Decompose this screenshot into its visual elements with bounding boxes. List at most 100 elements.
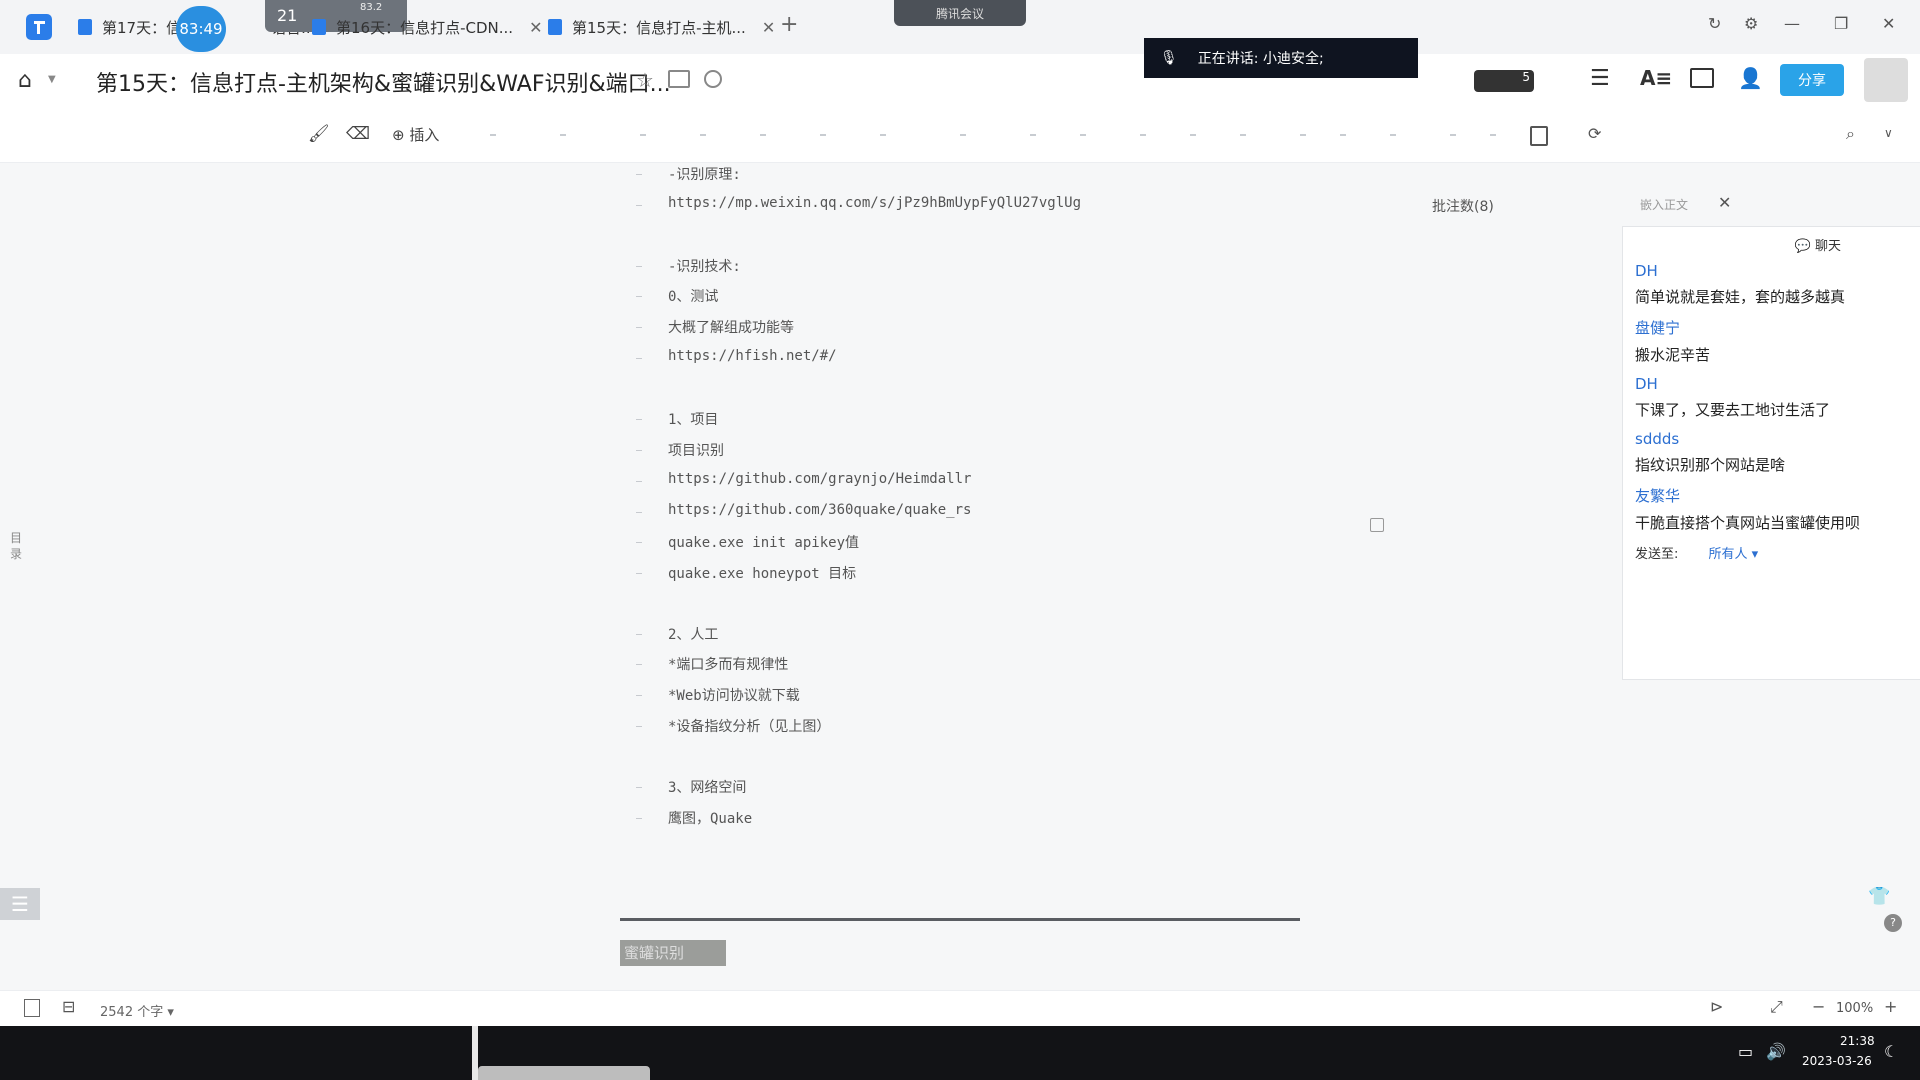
maximize-icon[interactable]: ❐ <box>1834 14 1848 33</box>
star-icon[interactable]: ☆ <box>636 68 654 92</box>
zoom-out-icon[interactable]: − <box>1812 997 1825 1016</box>
line-marker <box>636 542 642 543</box>
home-icon[interactable]: ⌂ <box>18 68 32 93</box>
chevron-down-icon[interactable]: ∨ <box>1884 126 1893 140</box>
chat-panel: 💬 聊天 DH 简单说就是套娃，套的越多越真 盘健宁 搬水泥辛苦 DH 下课了，又要去工地… <box>1622 226 1920 680</box>
toolbar-item[interactable] <box>1030 134 1036 136</box>
shirt-icon[interactable]: 👕 <box>1868 886 1890 907</box>
toolbar-item[interactable] <box>560 134 566 136</box>
close-icon[interactable]: ✕ <box>529 18 542 37</box>
comments-count[interactable]: 批注数(8) <box>1432 196 1494 216</box>
toolbar-item[interactable] <box>640 134 646 136</box>
play-icon[interactable]: ⊳ <box>1710 997 1723 1016</box>
outline-menu-icon[interactable]: ☰ <box>0 888 40 920</box>
doc-line: 鹰图，Quake <box>668 811 753 827</box>
chat-sender-name: 友繁华 <box>1635 487 1681 505</box>
format-painter-icon[interactable]: 🖌 <box>308 124 330 144</box>
doc-link[interactable]: https://github.com/360quake/quake_rs <box>668 502 971 518</box>
zoom-in-icon[interactable]: + <box>1884 997 1897 1016</box>
collaborator-avatars[interactable]: 5 <box>1474 70 1534 92</box>
help-icon[interactable]: ? <box>1884 914 1902 932</box>
chat-sender-name: DH <box>1635 262 1658 280</box>
share-button[interactable]: 分享 <box>1780 64 1844 96</box>
toolbar-item[interactable] <box>1140 134 1146 136</box>
toolbar-item[interactable] <box>1450 134 1456 136</box>
toolbar-item[interactable] <box>820 134 826 136</box>
folder-icon[interactable] <box>668 70 690 88</box>
doc-line: -识别技术: <box>668 259 741 275</box>
toolbar-item[interactable] <box>1390 134 1396 136</box>
doc-link[interactable]: https://github.com/graynjo/Heimdallr <box>668 471 971 487</box>
zoom-level[interactable]: 100% <box>1836 1001 1873 1016</box>
toolbar-item[interactable] <box>490 134 496 136</box>
chat-header: 💬 聊天 <box>1623 227 1920 262</box>
toolbar-item[interactable] <box>1240 134 1246 136</box>
side-tab-label[interactable]: 嵌入正文 <box>1640 196 1688 213</box>
microphone-icon: 🎙 <box>1160 50 1178 66</box>
close-window-icon[interactable]: ✕ <box>1882 14 1895 33</box>
line-marker <box>636 174 642 175</box>
text-format-icon[interactable]: A≡ <box>1640 66 1672 90</box>
blurred-heading: 蜜罐识别 <box>620 940 726 966</box>
eraser-icon[interactable]: ⌫ <box>346 124 370 144</box>
doc-link[interactable]: https://mp.weixin.qq.com/s/jPz9hBmUypFyQ… <box>668 195 1081 211</box>
word-count[interactable]: 2542 个字 ▾ <box>100 1001 174 1020</box>
chat-message-text: 下课了，又要去工地讨生活了 <box>1635 401 1831 419</box>
menu-icon[interactable]: ☰ <box>1590 66 1610 91</box>
layout-icon[interactable]: ⊟ <box>62 997 75 1016</box>
avatar[interactable] <box>1864 58 1908 102</box>
doc-line: quake.exe init apikey值 <box>668 535 860 551</box>
new-tab-icon[interactable]: + <box>780 12 798 37</box>
tab-label: 第16天：信息打点-CDN... <box>336 18 514 37</box>
line-marker <box>636 481 642 482</box>
tab-day15[interactable]: 第15天：信息打点-主机... ✕ <box>548 12 775 42</box>
close-icon[interactable]: ✕ <box>762 18 775 37</box>
document-title[interactable]: 第15天：信息打点-主机架构&蜜罐识别&WAF识别&端口... <box>96 66 671 98</box>
insert-button[interactable]: ⊕ 插入 <box>392 124 439 145</box>
taskbar-app-preview[interactable] <box>478 1066 650 1080</box>
present-icon[interactable] <box>1690 68 1714 88</box>
network-icon[interactable]: ▭ <box>1738 1042 1753 1061</box>
meeting-button[interactable]: 腾讯会议 <box>894 0 1026 26</box>
toolbar-item[interactable] <box>1300 134 1306 136</box>
gear-icon[interactable]: ⚙ <box>1744 14 1758 33</box>
doc-line: *端口多而有规律性 <box>668 657 789 673</box>
send-to-select[interactable]: 所有人 ▾ <box>1709 547 1759 562</box>
app-logo-icon[interactable] <box>26 14 52 40</box>
chat-icon: 💬 <box>1794 239 1811 254</box>
page-view-icon[interactable] <box>24 999 40 1017</box>
outline-toggle[interactable]: 目录 <box>10 530 24 562</box>
volume-icon[interactable]: 🔊 <box>1766 1042 1786 1061</box>
toolbar-item[interactable] <box>1080 134 1086 136</box>
search-icon[interactable]: ⌕ <box>1846 124 1855 144</box>
add-user-icon[interactable]: 👤 <box>1738 66 1763 90</box>
clock-time[interactable]: 21:38 <box>1840 1034 1875 1048</box>
toolbar-item[interactable] <box>880 134 886 136</box>
notification-icon[interactable]: ☾ <box>1884 1042 1898 1061</box>
line-marker <box>636 573 642 574</box>
toolbar-item[interactable] <box>760 134 766 136</box>
clock-date[interactable]: 2023-03-26 <box>1802 1054 1872 1068</box>
chat-messages: DH 简单说就是套娃，套的越多越真 盘健宁 搬水泥辛苦 DH 下课了，又要去工地讨生活了 s… <box>1623 262 1920 533</box>
tab-label: 第17天：信 <box>102 18 182 37</box>
tab-day16[interactable]: 第16天：信息打点-CDN... ✕ <box>312 12 542 42</box>
send-to-value: 所有人 <box>1708 547 1748 562</box>
toolbar-item[interactable] <box>960 134 966 136</box>
doc-line: *设备指纹分析（见上图） <box>668 719 831 735</box>
add-comment-icon[interactable] <box>1370 518 1384 532</box>
toolbar-item[interactable] <box>1340 134 1346 136</box>
minimize-icon[interactable]: — <box>1784 14 1800 33</box>
toolbar-item[interactable] <box>700 134 706 136</box>
toolbar-item[interactable] <box>1490 134 1496 136</box>
document-body[interactable]: -识别原理: https://mp.weixin.qq.com/s/jPz9hBm… <box>620 164 1340 1004</box>
clipboard-icon[interactable] <box>1530 126 1548 146</box>
toolbar: 🖌 ⌫ ⊕ 插入 ⟳ ⌕ ∨ <box>0 110 1920 163</box>
close-icon[interactable]: ✕ <box>1718 193 1731 212</box>
doc-link[interactable]: https://hfish.net/#/ <box>668 348 837 364</box>
doc-line: 3、网络空间 <box>668 780 747 796</box>
fullscreen-icon[interactable]: ⤢ <box>1770 997 1783 1017</box>
plugin-icon[interactable]: ⟳ <box>1588 124 1601 143</box>
toolbar-item[interactable] <box>1190 134 1196 136</box>
chevron-down-icon[interactable]: ▼ <box>48 74 56 85</box>
refresh-icon[interactable]: ↻ <box>1708 14 1721 33</box>
